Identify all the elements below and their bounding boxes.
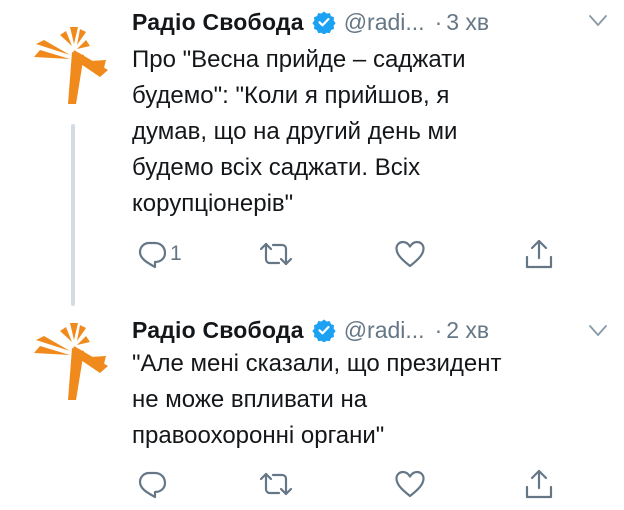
like-button[interactable] [394,466,426,502]
tweet-actions [132,466,602,502]
chevron-down-icon[interactable] [588,14,608,28]
retweet-button[interactable] [258,466,294,502]
tweet[interactable]: Радіо Свобода @radi... · 2 хв "Але мені … [0,300,624,510]
author-handle[interactable]: @radi... [344,317,425,344]
chevron-down-icon[interactable] [588,324,608,338]
radio-svoboda-logo-avatar[interactable] [34,24,112,108]
timestamp[interactable]: 2 хв [446,317,489,344]
like-button[interactable] [394,236,426,272]
reply-icon [138,471,167,499]
heart-icon [395,470,425,498]
heart-icon [395,240,425,268]
share-icon [525,239,553,269]
tweet-header: Радіо Свобода @radi... · 3 хв [132,4,489,40]
retweet-icon [259,472,293,496]
tweet-header: Радіо Свобода @radi... · 2 хв [132,312,489,348]
retweet-button[interactable] [258,236,294,272]
author-handle[interactable]: @radi... [344,9,425,36]
reply-button[interactable]: 1 [136,236,182,272]
tweet-actions: 1 [132,236,602,272]
reply-button[interactable] [136,466,170,502]
verified-badge-icon [312,11,336,34]
tweet-text: "Але мені сказали, що президент не може … [132,350,502,449]
tweet[interactable]: Радіо Свобода @radi... · 3 хв Про "Весна… [0,0,624,306]
separator-dot: · [434,316,443,343]
reply-icon [138,241,167,269]
retweet-icon [259,242,293,266]
share-icon [525,469,553,499]
thread-connector-line [71,124,75,306]
separator-dot: · [434,8,443,35]
author-name[interactable]: Радіо Свобода [132,317,304,344]
verified-badge-icon [312,319,336,342]
share-button[interactable] [524,466,554,502]
timestamp[interactable]: 3 хв [446,9,489,36]
tweet-text: Про "Весна прийде – саджати будемо": "Ко… [132,46,466,217]
radio-svoboda-logo-avatar[interactable] [34,320,112,404]
reply-count: 1 [170,242,182,265]
share-button[interactable] [524,236,554,272]
author-name[interactable]: Радіо Свобода [132,9,304,36]
